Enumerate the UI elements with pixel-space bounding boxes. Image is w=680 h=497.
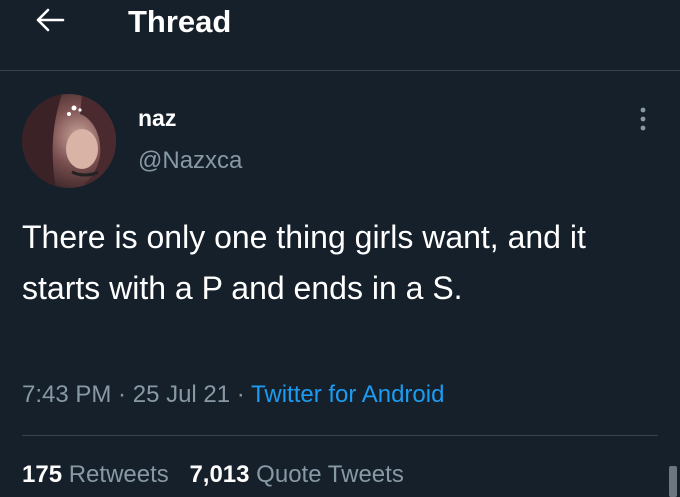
- tweet-metadata: 7:43 PM · 25 Jul 21 · Twitter for Androi…: [22, 380, 444, 410]
- page-title: Thread: [128, 4, 232, 39]
- quote-tweets-stat[interactable]: 7,013 Quote Tweets: [189, 461, 403, 488]
- separator-dot: ·: [230, 381, 252, 408]
- tweet-stats: 175 Retweets 7,013 Quote Tweets: [22, 460, 418, 490]
- tweet-source-link[interactable]: Twitter for Android: [251, 381, 444, 408]
- scrollbar-thumb[interactable]: [669, 466, 677, 497]
- divider: [22, 435, 658, 436]
- retweets-stat[interactable]: 175 Retweets: [22, 461, 169, 488]
- arrow-left-icon: [35, 7, 65, 38]
- retweets-count: 175: [22, 461, 63, 488]
- tweet-time[interactable]: 7:43 PM: [22, 381, 111, 408]
- tweet-date[interactable]: 25 Jul 21: [133, 381, 230, 408]
- retweets-label: Retweets: [68, 461, 169, 488]
- tweet-text: There is only one thing girls want, and …: [22, 219, 586, 306]
- author-handle[interactable]: @Nazxca: [138, 146, 242, 176]
- author-display-name[interactable]: naz: [138, 104, 176, 132]
- more-options-button[interactable]: [628, 104, 658, 138]
- back-button[interactable]: [26, 2, 74, 42]
- avatar[interactable]: [22, 94, 116, 188]
- thread-header: Thread: [0, 0, 680, 71]
- separator-dot: ·: [111, 381, 133, 408]
- quote-tweets-label: Quote Tweets: [256, 461, 404, 488]
- quote-tweets-count: 7,013: [189, 461, 250, 488]
- more-vertical-icon: [639, 106, 647, 137]
